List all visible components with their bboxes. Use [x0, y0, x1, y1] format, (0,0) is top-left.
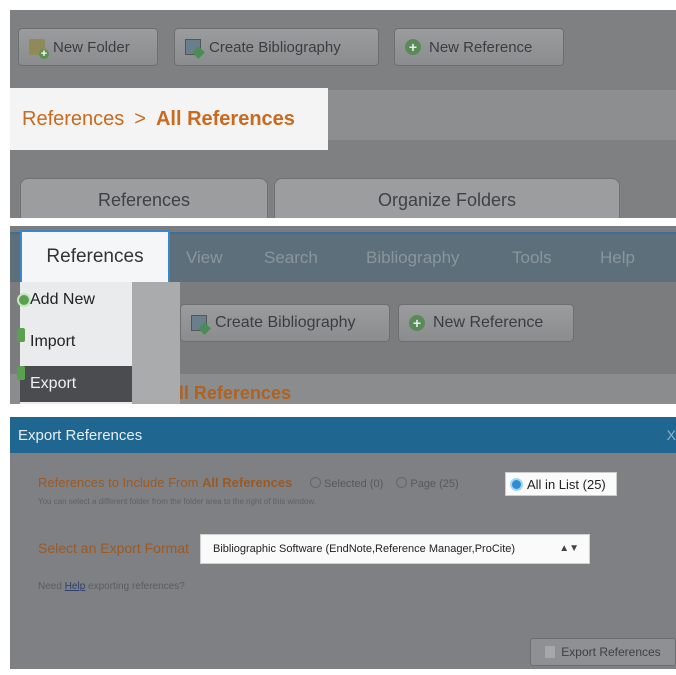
dropdown-shadow: [132, 282, 180, 404]
help-link[interactable]: Help: [65, 581, 86, 592]
new-folder-label: New Folder: [53, 38, 130, 56]
menu-search[interactable]: Search: [264, 248, 318, 268]
option-selected[interactable]: Selected (0): [309, 477, 386, 490]
export-format-value: Bibliographic Software (EndNote,Referenc…: [213, 543, 516, 555]
format-label: Select an Export Format: [38, 540, 189, 556]
option-page-label: Page (25): [410, 478, 459, 490]
create-bibliography-button[interactable]: Create Bibliography: [174, 28, 379, 66]
export-references-label: Export References: [561, 645, 661, 659]
radio-selected-icon: [510, 477, 523, 491]
new-reference-label: New Reference: [433, 314, 544, 331]
breadcrumb-current: All References: [165, 383, 291, 403]
menu-view[interactable]: View: [186, 248, 223, 268]
option-all-label: All in List (25): [527, 476, 606, 492]
radio-icon: [309, 477, 321, 488]
menu-screenshot-panel: View Search Bibliography Tools Help Refe…: [10, 226, 676, 404]
bibliography-icon: [191, 315, 207, 331]
export-format-select[interactable]: Bibliographic Software (EndNote,Referenc…: [200, 534, 590, 564]
create-bibliography-button[interactable]: Create Bibliography: [180, 304, 390, 342]
breadcrumb-root[interactable]: References: [22, 108, 124, 131]
import-icon: [17, 328, 25, 342]
menu-item-export-label: Export: [30, 375, 77, 392]
plus-icon: +: [405, 39, 421, 55]
menu-item-add-new[interactable]: Add New: [17, 282, 132, 318]
menu-tools[interactable]: Tools: [512, 248, 552, 268]
menu-item-add-new-label: Add New: [30, 291, 95, 308]
new-reference-label: New Reference: [429, 38, 533, 56]
references-dropdown-menu: Add New Import Export: [17, 282, 132, 404]
tab-organize-folders[interactable]: Organize Folders: [274, 178, 620, 218]
menu-item-export[interactable]: Export: [17, 366, 132, 402]
export-icon: [17, 366, 25, 380]
new-reference-button[interactable]: + New Reference: [394, 28, 564, 66]
export-dialog: Export References X References to Includ…: [10, 417, 676, 669]
add-icon: [17, 293, 31, 307]
option-page[interactable]: Page (25): [396, 477, 459, 490]
include-row: References to Include From All Reference…: [38, 475, 459, 490]
export-icon: [545, 646, 556, 658]
help-line: Need Help exporting references?: [38, 581, 185, 592]
help-prefix: Need: [38, 581, 62, 592]
breadcrumb: References > All References: [10, 88, 328, 150]
new-folder-icon: [29, 39, 49, 59]
menu-references-label: References: [46, 246, 144, 267]
option-all-in-list[interactable]: All in List (25): [505, 472, 617, 496]
close-icon[interactable]: X: [667, 427, 676, 443]
new-folder-button[interactable]: New Folder: [18, 28, 158, 66]
radio-icon: [396, 477, 408, 488]
export-references-button[interactable]: Export References: [530, 638, 676, 666]
menu-references[interactable]: References: [20, 230, 170, 282]
create-bibliography-label: Create Bibliography: [209, 38, 341, 56]
plus-icon: +: [409, 315, 425, 331]
menu-item-import-label: Import: [30, 333, 76, 350]
breadcrumb-separator: >: [134, 107, 146, 130]
menu-bibliography[interactable]: Bibliography: [366, 248, 460, 268]
select-arrows-icon: ▲▼: [559, 543, 579, 554]
toolbar-screenshot-panel: New Folder Create Bibliography + New Ref…: [10, 10, 676, 218]
menu-item-import[interactable]: Import: [17, 324, 132, 360]
folder-hint: You can select a different folder from t…: [38, 497, 316, 506]
include-label: References to Include From: [38, 475, 199, 490]
include-source: All References: [202, 475, 293, 490]
help-suffix: exporting references?: [88, 581, 185, 592]
tab-references-label: References: [97, 190, 191, 210]
menu-help[interactable]: Help: [600, 248, 635, 268]
dialog-title: Export References: [18, 426, 143, 444]
tab-organize-folders-label: Organize Folders: [377, 190, 517, 210]
new-reference-button[interactable]: + New Reference: [398, 304, 574, 342]
dialog-title-bar: Export References X: [10, 417, 676, 453]
option-selected-label: Selected (0): [323, 478, 384, 490]
create-bibliography-label: Create Bibliography: [215, 314, 356, 331]
tab-references[interactable]: References: [20, 178, 268, 218]
breadcrumb-current: All References: [155, 107, 295, 130]
bibliography-icon: [185, 39, 201, 55]
